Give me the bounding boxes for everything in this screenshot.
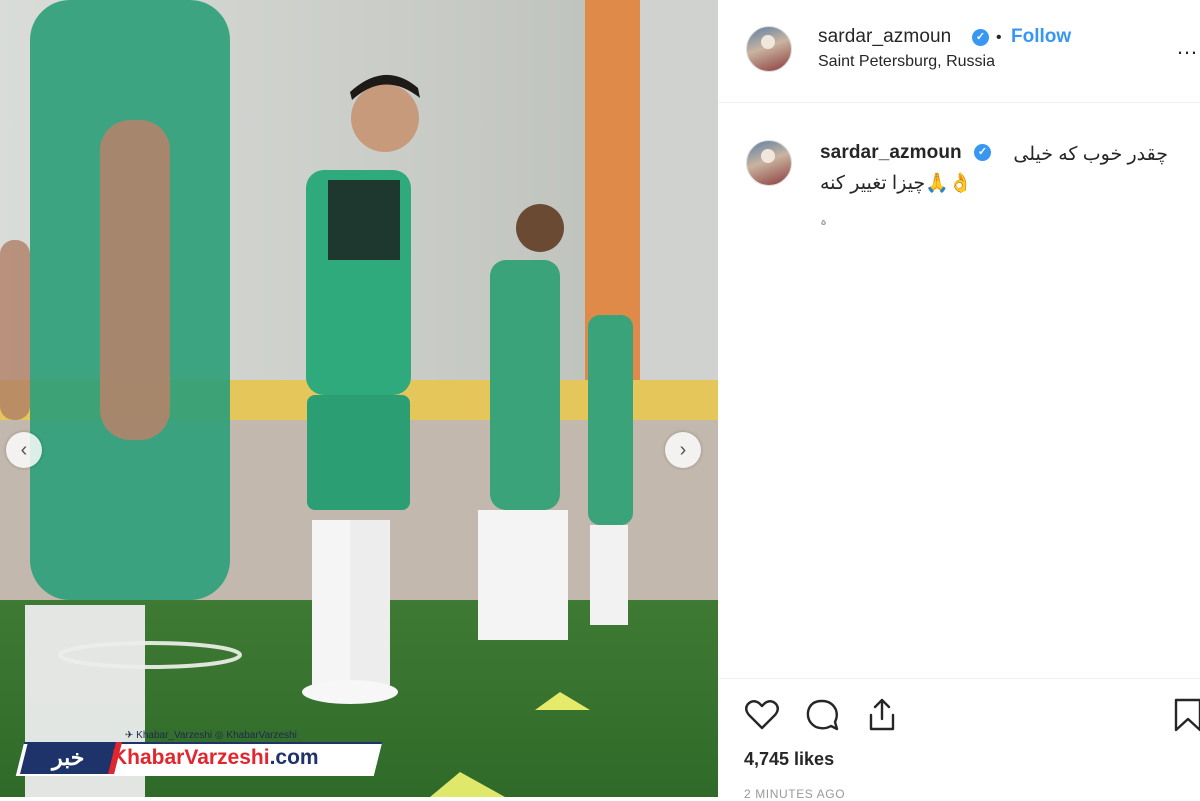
post-timestamp: 2 MINUTES AGO: [744, 787, 846, 801]
watermark-handles: ✈ Khabar_Varzeshi ◎ KhabarVarzeshi: [125, 730, 297, 741]
watermark-name: KhabarVarzeshi.com: [112, 746, 319, 769]
caption-line-3: ہ: [820, 214, 828, 228]
share-icon[interactable]: [862, 695, 902, 735]
avatar[interactable]: [746, 26, 792, 72]
next-photo-button[interactable]: ›: [665, 432, 701, 468]
bookmark-icon[interactable]: [1168, 695, 1200, 735]
heart-icon[interactable]: [742, 695, 782, 735]
site-watermark: ✈ Khabar_Varzeshi ◎ KhabarVarzeshi خبر K…: [15, 728, 383, 776]
comment-avatar[interactable]: [746, 140, 792, 186]
post-header: sardar_azmoun ✓ • Follow Saint Petersbur…: [718, 0, 1200, 103]
post-actions: 4,745 likes 2 MINUTES AGO: [718, 678, 1200, 801]
chevron-right-icon: ›: [679, 438, 687, 461]
verified-badge-icon: ✓: [972, 29, 989, 46]
separator-dot: •: [996, 29, 1002, 46]
post-sidebar: sardar_azmoun ✓ • Follow Saint Petersbur…: [718, 0, 1200, 801]
previous-photo-button[interactable]: ‹: [6, 432, 42, 468]
watermark-logo: خبر: [20, 742, 122, 774]
photo-scene: [0, 0, 718, 797]
post-photo[interactable]: ‹ › ✈ Khabar_Varzeshi ◎ KhabarVarzeshi خ…: [0, 0, 718, 797]
follow-button[interactable]: Follow: [1011, 26, 1071, 48]
more-options-button[interactable]: …: [1176, 34, 1200, 60]
comment-username-link[interactable]: sardar_azmoun: [820, 142, 962, 164]
likes-count[interactable]: 4,745 likes: [744, 749, 834, 770]
comment-icon[interactable]: [802, 695, 842, 735]
chevron-left-icon: ‹: [20, 438, 28, 461]
caption-line-2: 👌🙏چیزا تغییر کنه: [820, 173, 973, 194]
location-link[interactable]: Saint Petersburg, Russia: [818, 53, 995, 71]
username-link[interactable]: sardar_azmoun: [818, 26, 951, 48]
verified-badge-icon: ✓: [974, 144, 991, 161]
caption-line-1: چقدر خوب که خیلی: [1013, 144, 1168, 165]
